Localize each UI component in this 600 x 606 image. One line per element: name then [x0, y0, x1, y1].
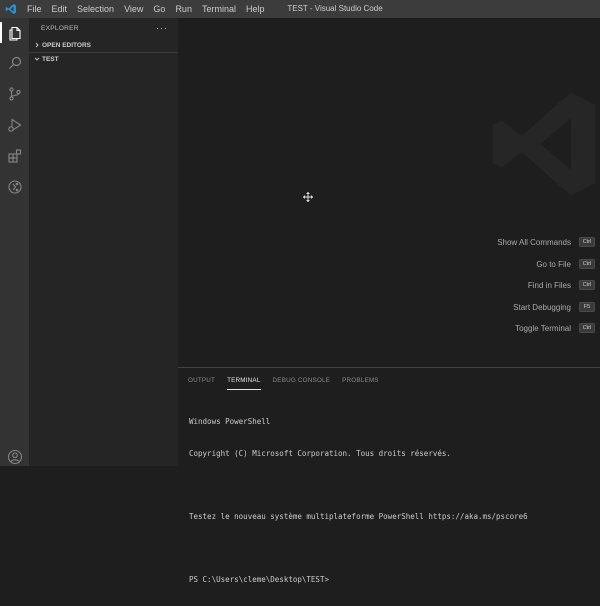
shortcut-go-to-file[interactable]: Go to File Ctrl: [536, 257, 595, 271]
run-debug-icon[interactable]: [4, 114, 25, 135]
editor-area[interactable]: Show All Commands Ctrl Go to File Ctrl F…: [178, 18, 600, 367]
shortcut-key: Ctrl: [579, 259, 595, 269]
chevron-down-icon: [32, 55, 41, 64]
shortcut-label: Find in Files: [527, 280, 571, 290]
account-icon[interactable]: [4, 446, 25, 467]
extensions-icon[interactable]: [4, 145, 25, 166]
section-divider: [29, 52, 178, 53]
shortcut-show-all-commands[interactable]: Show All Commands Ctrl: [497, 235, 595, 249]
terminal-output[interactable]: Windows PowerShell Copyright (C) Microso…: [178, 393, 600, 606]
sidebar-explorer: EXPLORER ··· OPEN EDITORS TEST: [29, 18, 178, 466]
remote-icon[interactable]: [4, 176, 25, 197]
explorer-icon[interactable]: [0, 22, 25, 43]
shortcut-find-in-files[interactable]: Find in Files Ctrl: [528, 278, 595, 292]
menu-go[interactable]: Go: [148, 0, 170, 18]
menu-view[interactable]: View: [119, 0, 148, 18]
shortcut-toggle-terminal[interactable]: Toggle Terminal Ctrl: [515, 321, 595, 335]
explorer-title: EXPLORER: [41, 24, 79, 32]
search-icon[interactable]: [4, 52, 25, 73]
terminal-prompt[interactable]: PS C:\Users\cleme\Desktop\TEST>: [189, 575, 600, 586]
chevron-right-icon: [32, 41, 41, 50]
move-cursor-icon: [302, 189, 314, 207]
menu-run[interactable]: Run: [170, 0, 197, 18]
menu-help[interactable]: Help: [241, 0, 270, 18]
shortcut-label: Toggle Terminal: [515, 323, 571, 333]
vscode-watermark-icon: [488, 88, 600, 205]
terminal-line: Copyright (C) Microsoft Corporation. Tou…: [189, 448, 451, 458]
section-test-folder[interactable]: TEST: [29, 52, 178, 66]
tab-terminal[interactable]: TERMINAL: [227, 375, 262, 390]
source-control-icon[interactable]: [4, 83, 25, 104]
bottom-panel: OUTPUT TERMINAL DEBUG CONSOLE PROBLEMS W…: [178, 367, 600, 584]
shortcut-label: Start Debugging: [513, 302, 571, 312]
shortcut-key: Ctrl: [579, 280, 595, 290]
section-open-editors[interactable]: OPEN EDITORS: [29, 38, 178, 52]
shortcut-label: Show All Commands: [497, 237, 571, 247]
tab-debug-console[interactable]: DEBUG CONSOLE: [273, 375, 331, 387]
menu-terminal[interactable]: Terminal: [197, 0, 241, 18]
vscode-logo-icon: [0, 0, 22, 18]
menu-edit[interactable]: Edit: [47, 0, 73, 18]
terminal-line: Windows PowerShell: [189, 417, 271, 426]
tab-output[interactable]: OUTPUT: [188, 375, 215, 387]
title-bar: File Edit Selection View Go Run Terminal…: [0, 0, 600, 18]
section-label: OPEN EDITORS: [42, 41, 92, 49]
shortcut-label: Go to File: [536, 259, 571, 269]
menu-file[interactable]: File: [22, 0, 47, 18]
explorer-header: EXPLORER ···: [29, 18, 178, 38]
tab-problems[interactable]: PROBLEMS: [342, 375, 379, 387]
panel-tabs: OUTPUT TERMINAL DEBUG CONSOLE PROBLEMS: [178, 368, 600, 393]
more-actions-icon[interactable]: ···: [156, 23, 168, 33]
shortcut-key: Ctrl: [579, 323, 595, 333]
activity-bar: [0, 18, 29, 466]
shortcut-start-debugging[interactable]: Start Debugging F5: [513, 300, 595, 314]
menu-selection[interactable]: Selection: [72, 0, 119, 18]
shortcut-key: Ctrl: [579, 237, 595, 247]
shortcut-key: F5: [579, 302, 595, 312]
section-label: TEST: [42, 55, 59, 63]
terminal-line: Testez le nouveau système multiplateform…: [189, 511, 528, 521]
